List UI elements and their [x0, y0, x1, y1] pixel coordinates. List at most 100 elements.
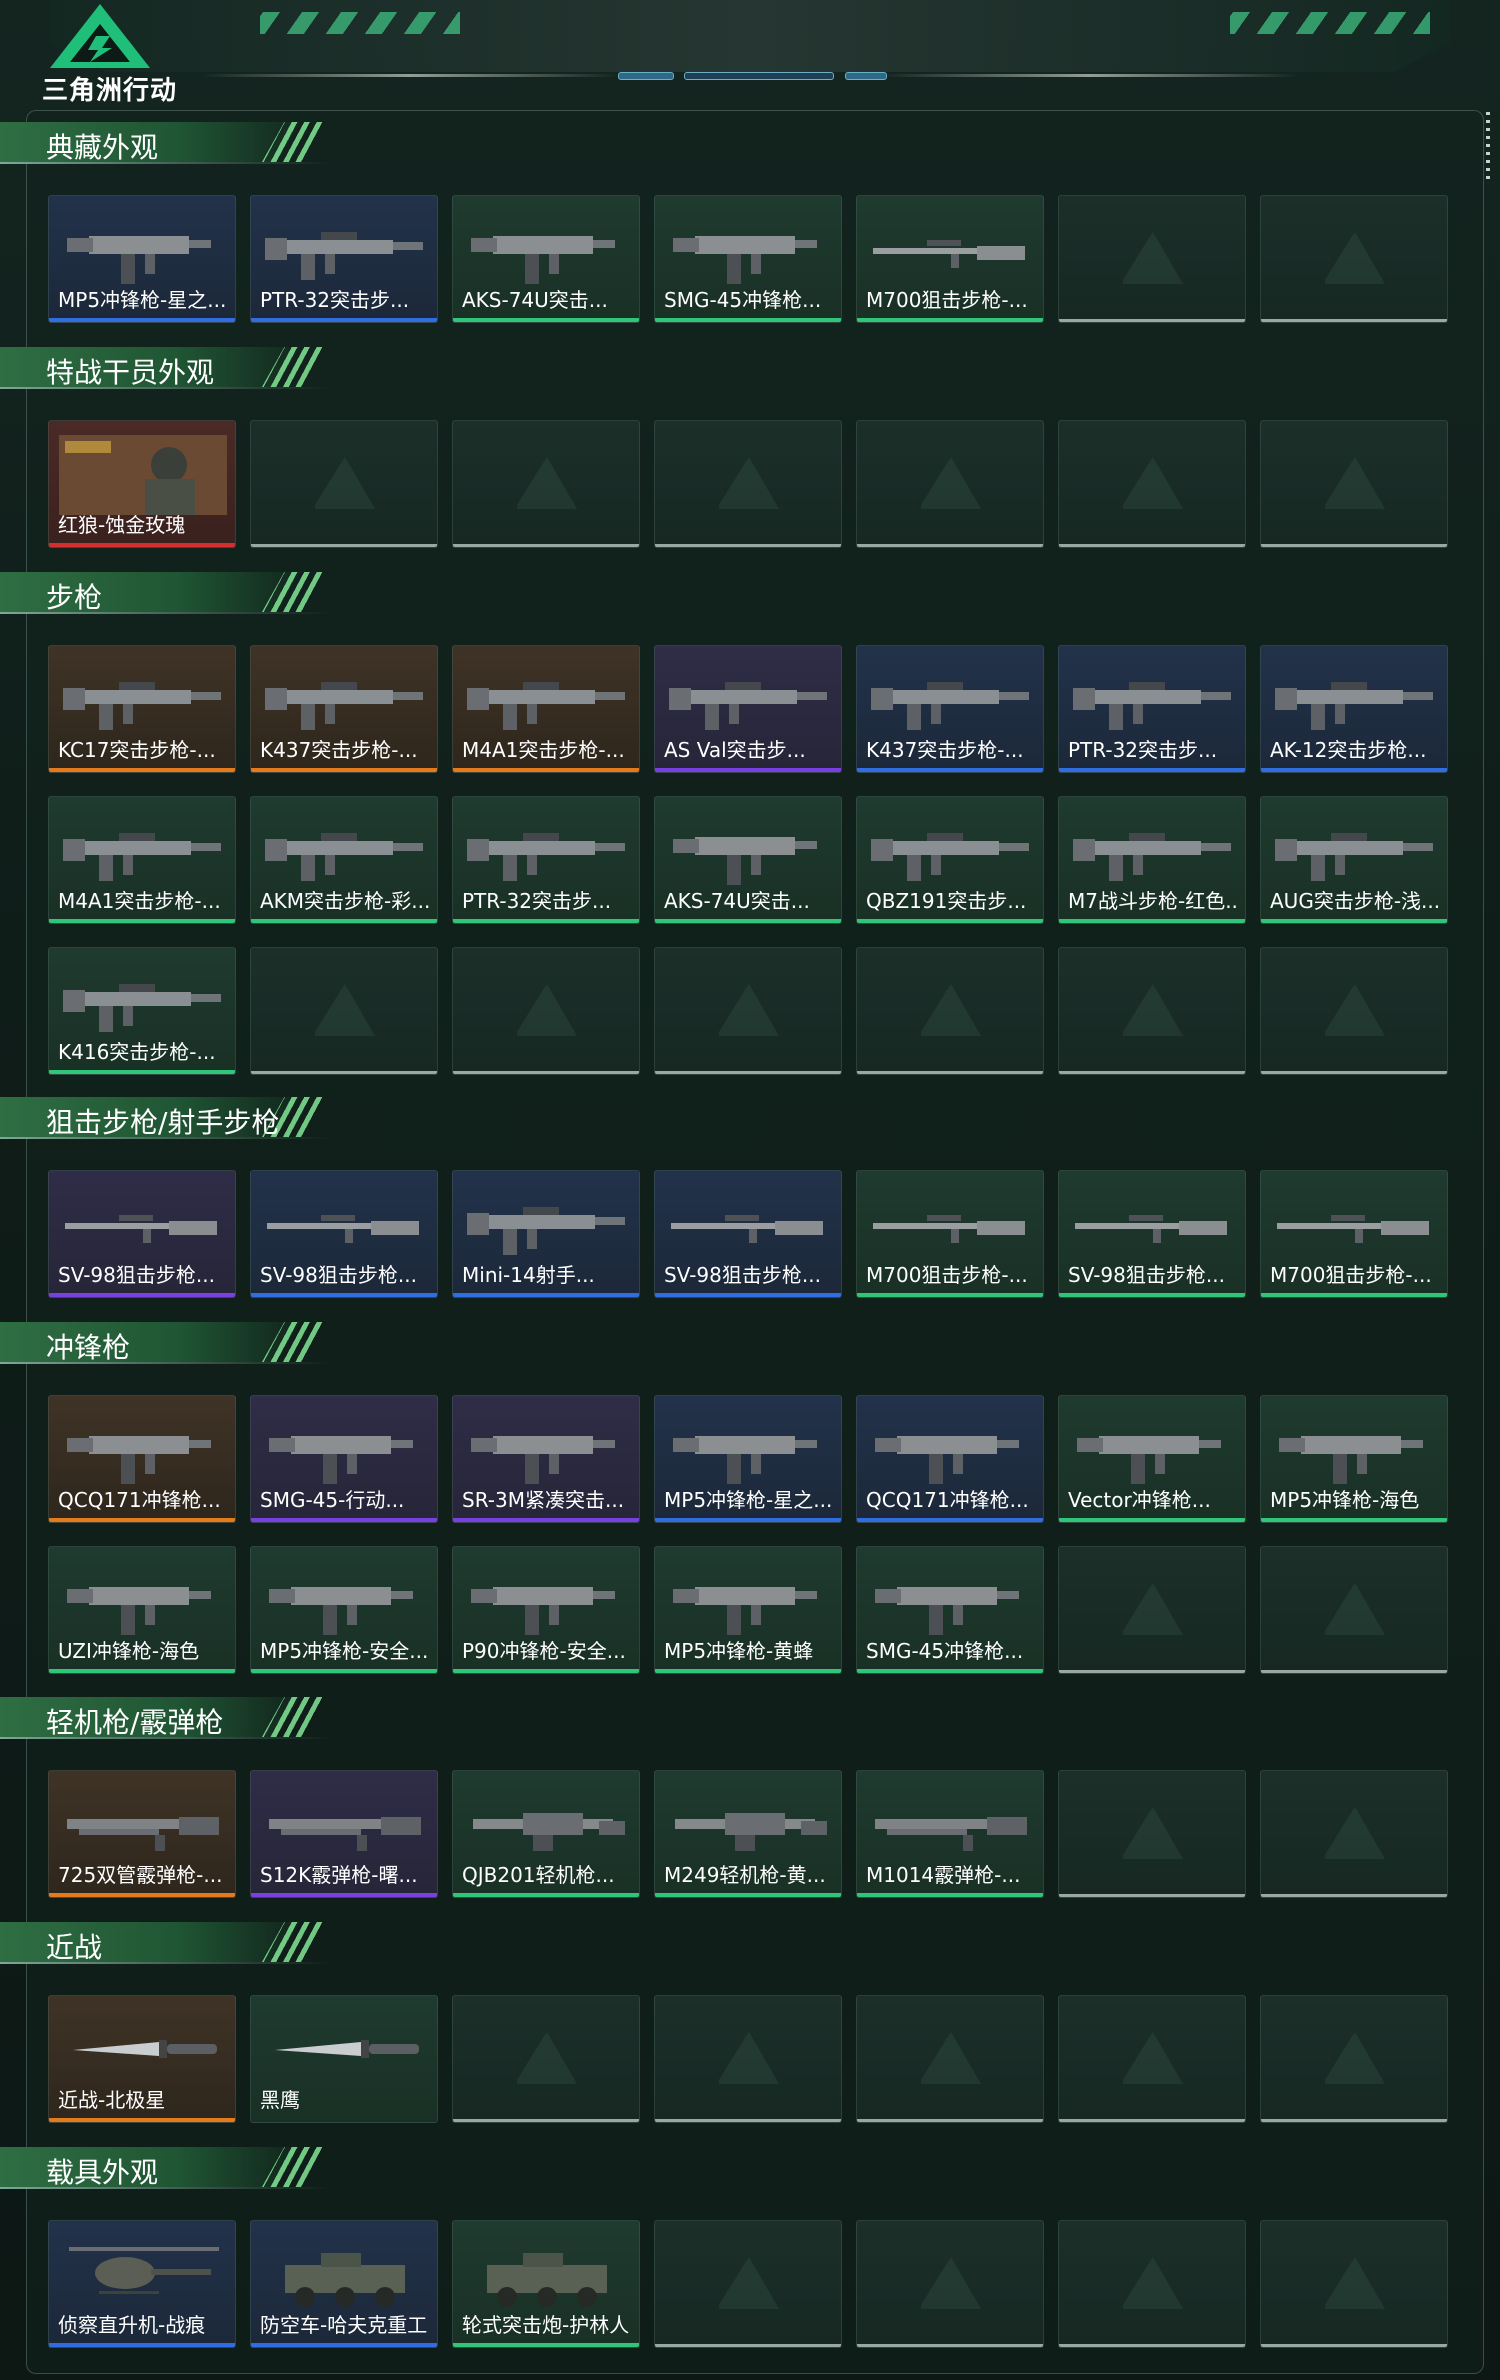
skin-item-card[interactable]: AKM突击步枪-彩... — [250, 796, 438, 924]
rarity-bar — [49, 1293, 235, 1297]
smg-icon — [67, 1436, 211, 1484]
rarity-bar — [453, 2343, 639, 2347]
empty-slot — [1260, 1770, 1448, 1898]
skin-item-label: AKM突击步枪-彩... — [260, 889, 431, 913]
skin-item-card[interactable]: M7战斗步枪-红色... — [1058, 796, 1246, 924]
empty-slot — [452, 420, 640, 548]
skin-item-card[interactable]: M700狙击步枪-... — [856, 195, 1044, 323]
empty-slot — [452, 947, 640, 1075]
skin-item-card[interactable]: M4A1突击步枪-... — [48, 796, 236, 924]
section-title: 轻机枪/霰弹枪 — [46, 1706, 224, 1739]
skin-item-label: 轮式突击炮-护林人 — [462, 2313, 630, 2337]
skin-item-label: M1014霰弹枪-... — [866, 1863, 1021, 1887]
skin-item-card[interactable]: UZI冲锋枪-海色 — [48, 1546, 236, 1674]
sniper-icon — [1075, 1215, 1227, 1243]
skin-item-card[interactable]: MP5冲锋枪-星之... — [48, 195, 236, 323]
rifle-icon — [871, 833, 1029, 881]
smg-icon — [471, 236, 615, 284]
skin-item-card[interactable]: KC17突击步枪-... — [48, 645, 236, 773]
skin-item-card[interactable]: M249轻机枪-黄... — [654, 1770, 842, 1898]
skin-item-card[interactable]: QBZ191突击步... — [856, 796, 1044, 924]
rarity-bar — [857, 919, 1043, 923]
skin-item-card[interactable]: AK-12突击步枪... — [1260, 645, 1448, 773]
sniper-icon — [873, 1215, 1025, 1243]
header-line-right — [880, 74, 1300, 77]
game-logo[interactable]: 三角洲行动 — [40, 2, 200, 106]
skin-item-card[interactable]: K437突击步枪-... — [250, 645, 438, 773]
skin-item-card[interactable]: SV-98狙击步枪... — [250, 1170, 438, 1298]
rarity-bar — [655, 1293, 841, 1297]
skin-item-card[interactable]: M4A1突击步枪-... — [452, 645, 640, 773]
skin-item-card[interactable]: MP5冲锋枪-海色 — [1260, 1395, 1448, 1523]
section-header: 典藏外观 — [0, 118, 330, 166]
skin-item-card[interactable]: AS Val突击步... — [654, 645, 842, 773]
skin-item-card[interactable]: S12K霰弹枪-曙... — [250, 1770, 438, 1898]
skin-item-label: Mini-14射手... — [462, 1263, 595, 1287]
skin-item-card[interactable]: K437突击步枪-... — [856, 645, 1044, 773]
skin-item-label: SV-98狙击步枪... — [260, 1263, 417, 1287]
item-grid: 侦察直升机-战痕 防空车-哈夫克重工 轮式突击炮-护林人 — [48, 2220, 1448, 2348]
rarity-bar — [453, 768, 639, 772]
skin-item-card[interactable]: M700狙击步枪-... — [1260, 1170, 1448, 1298]
section-title: 狙击步枪/射手步枪 — [46, 1106, 280, 1139]
skin-item-card[interactable]: PTR-32突击步... — [1058, 645, 1246, 773]
rifle-icon — [1275, 833, 1433, 881]
smg-icon — [673, 1587, 817, 1635]
skin-item-label: SR-3M紧凑突击... — [462, 1488, 625, 1512]
skin-item-card[interactable]: SMG-45-行动... — [250, 1395, 438, 1523]
rarity-bar — [655, 919, 841, 923]
skin-item-card[interactable]: SMG-45冲锋枪... — [856, 1546, 1044, 1674]
skin-item-card[interactable]: SV-98狙击步枪... — [48, 1170, 236, 1298]
section-title: 冲锋枪 — [46, 1331, 131, 1364]
skin-item-label: M700狙击步枪-... — [1270, 1263, 1432, 1287]
rarity-bar — [857, 318, 1043, 322]
skin-item-card[interactable]: QCQ171冲锋枪... — [48, 1395, 236, 1523]
skin-item-card[interactable]: 近战-北极星 — [48, 1995, 236, 2123]
skin-item-card[interactable]: AKS-74U突击... — [452, 195, 640, 323]
skin-item-card[interactable]: P90冲锋枪-安全... — [452, 1546, 640, 1674]
rarity-bar — [251, 1293, 437, 1297]
empty-slot — [1058, 1770, 1246, 1898]
skin-item-card[interactable]: PTR-32突击步... — [452, 796, 640, 924]
skin-item-card[interactable]: SV-98狙击步枪... — [1058, 1170, 1246, 1298]
skin-item-card[interactable]: SMG-45冲锋枪... — [654, 195, 842, 323]
skin-item-card[interactable]: SV-98狙击步枪... — [654, 1170, 842, 1298]
skin-item-card[interactable]: 轮式突击炮-护林人 — [452, 2220, 640, 2348]
skin-item-card[interactable]: M700狙击步枪-... — [856, 1170, 1044, 1298]
skin-item-card[interactable]: PTR-32突击步... — [250, 195, 438, 323]
skin-item-card[interactable]: MP5冲锋枪-星之... — [654, 1395, 842, 1523]
skin-item-card[interactable]: AUG突击步枪-浅... — [1260, 796, 1448, 924]
skin-item-card[interactable]: 红狼-蚀金玫瑰 — [48, 420, 236, 548]
skin-item-label: MP5冲锋枪-安全... — [260, 1639, 429, 1663]
skin-item-card[interactable]: Vector冲锋枪... — [1058, 1395, 1246, 1523]
skin-item-card[interactable]: SR-3M紧凑突击... — [452, 1395, 640, 1523]
shotgun-icon — [269, 1817, 421, 1851]
rarity-bar — [1261, 1518, 1447, 1522]
skin-item-card[interactable]: 防空车-哈夫克重工 — [250, 2220, 438, 2348]
skin-item-card[interactable]: Mini-14射手... — [452, 1170, 640, 1298]
empty-slot — [1058, 1546, 1246, 1674]
section-title: 特战干员外观 — [46, 356, 215, 389]
skin-item-card[interactable]: 725双管霰弹枪-... — [48, 1770, 236, 1898]
skin-item-label: M4A1突击步枪-... — [58, 889, 221, 913]
skin-item-card[interactable]: M1014霰弹枪-... — [856, 1770, 1044, 1898]
rarity-bar — [49, 919, 235, 923]
skin-item-card[interactable]: AKS-74U突击... — [654, 796, 842, 924]
skin-item-card[interactable]: MP5冲锋枪-安全... — [250, 1546, 438, 1674]
empty-slot — [856, 2220, 1044, 2348]
skin-item-card[interactable]: K416突击步枪-... — [48, 947, 236, 1075]
skin-item-card[interactable]: QCQ171冲锋枪... — [856, 1395, 1044, 1523]
rifle-icon — [467, 833, 625, 881]
skin-item-card[interactable]: 侦察直升机-战痕 — [48, 2220, 236, 2348]
skin-item-card[interactable]: 黑鹰 — [250, 1995, 438, 2123]
scrollbar-handle[interactable] — [1486, 112, 1490, 182]
section-title: 近战 — [46, 1931, 103, 1964]
rarity-bar — [49, 543, 235, 547]
rarity-bar — [251, 1669, 437, 1673]
item-grid: KC17突击步枪-... K437突击步枪-... M4A1突击步枪-... AS V… — [48, 645, 1448, 1075]
rifle-icon — [1275, 682, 1433, 730]
skin-item-card[interactable]: MP5冲锋枪-黄蜂 — [654, 1546, 842, 1674]
skin-item-label: 侦察直升机-战痕 — [58, 2313, 206, 2337]
skin-item-card[interactable]: QJB201轻机枪... — [452, 1770, 640, 1898]
sniper-icon — [267, 1215, 419, 1243]
